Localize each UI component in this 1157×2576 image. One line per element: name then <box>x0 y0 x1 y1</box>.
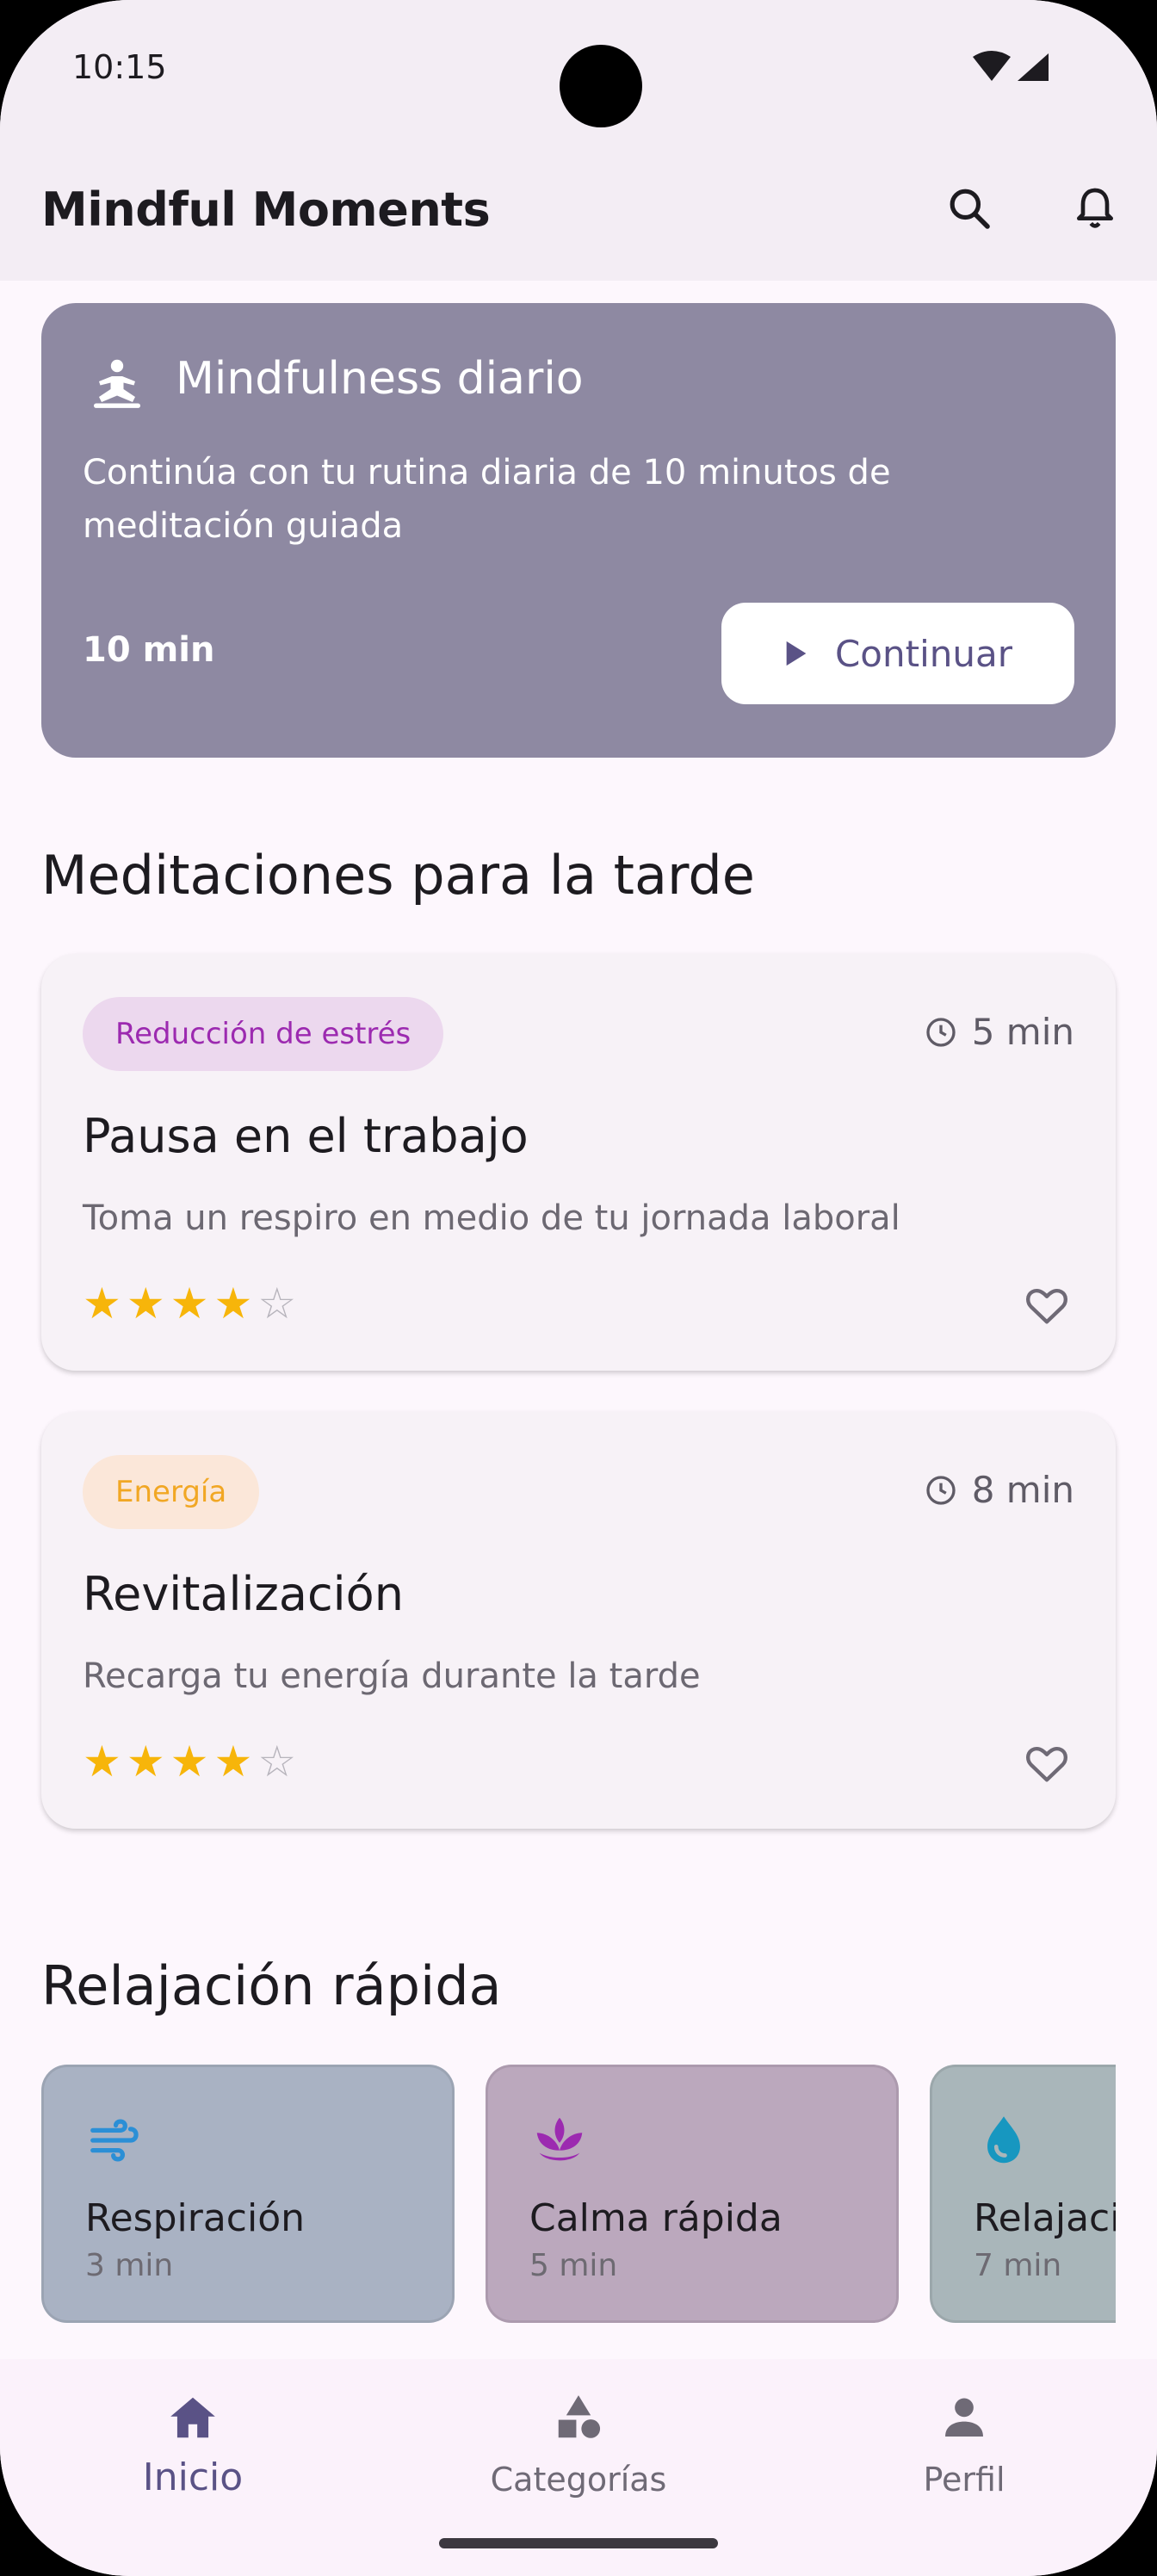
duration-text: 8 min <box>971 1469 1074 1511</box>
nav-item-home[interactable]: Inicio <box>81 2387 305 2516</box>
phone-screen: 10:15 Mindful Moments Mindfulness diario… <box>0 0 1157 2576</box>
meditation-title: Revitalización <box>83 1567 404 1621</box>
category-tag: Energía <box>83 1455 260 1529</box>
home-gesture-bar[interactable] <box>439 2538 718 2548</box>
search-icon <box>950 189 990 229</box>
quick-duration: 5 min <box>529 2248 618 2283</box>
star-empty-icon: ☆ <box>257 1737 297 1786</box>
hero-title: Mindfulness diario <box>176 353 584 405</box>
section-title-quick-relax: Relajación rápida <box>41 1954 502 2017</box>
meditation-description: Recarga tu energía durante la tarde <box>83 1656 701 1696</box>
home-icon <box>162 2387 224 2449</box>
duration-text: 5 min <box>971 1011 1074 1053</box>
favorite-button[interactable] <box>1016 1732 1078 1794</box>
top-app-bar: 10:15 Mindful Moments <box>0 0 1157 281</box>
category-tag: Reducción de estrés <box>83 997 444 1071</box>
play-icon <box>786 641 807 666</box>
star-filled-icon: ★ <box>213 1737 253 1786</box>
quick-title: Calma rápida <box>529 2196 783 2240</box>
nav-item-categories[interactable]: Categorías <box>467 2387 690 2516</box>
rating: ★ ★ ★ ★ ☆ <box>83 1279 296 1328</box>
meditation-title: Pausa en el trabajo <box>83 1109 529 1163</box>
meditation-icon <box>86 353 148 415</box>
search-button[interactable] <box>938 177 1000 239</box>
favorite-button[interactable] <box>1016 1274 1078 1336</box>
wind-icon <box>85 2110 145 2170</box>
water-drop-icon <box>974 2110 1034 2170</box>
quick-duration: 3 min <box>85 2248 174 2283</box>
notifications-button[interactable] <box>1064 177 1126 239</box>
hero-description: Continúa con tu rutina diaria de 10 minu… <box>83 453 891 546</box>
duration: 8 min <box>924 1469 1074 1511</box>
star-empty-icon: ☆ <box>257 1279 297 1328</box>
star-filled-icon: ★ <box>213 1279 253 1328</box>
categories-icon <box>548 2387 609 2449</box>
nav-item-profile[interactable]: Perfil <box>852 2387 1076 2516</box>
nav-label: Inicio <box>142 2455 244 2499</box>
heart-icon <box>1026 1289 1067 1324</box>
status-icons <box>969 50 1055 84</box>
meditation-card[interactable]: Reducción de estrés 5 min Pausa en el tr… <box>41 954 1116 1371</box>
lotus-icon <box>529 2110 590 2170</box>
continue-label: Continuar <box>834 632 1013 675</box>
meditation-card[interactable]: Energía 8 min Revitalización Recarga tu … <box>41 1412 1116 1829</box>
heart-icon <box>1026 1747 1067 1782</box>
wifi-signal-icon <box>973 51 1049 81</box>
star-filled-icon: ★ <box>170 1737 209 1786</box>
star-filled-icon: ★ <box>126 1279 165 1328</box>
star-filled-icon: ★ <box>83 1737 121 1786</box>
clock-icon <box>926 1475 956 1505</box>
bell-icon <box>1077 188 1113 228</box>
star-filled-icon: ★ <box>83 1279 121 1328</box>
quick-title: Relajación <box>974 2196 1116 2240</box>
rating: ★ ★ ★ ★ ☆ <box>83 1737 296 1786</box>
hero-duration: 10 min <box>83 630 215 670</box>
person-icon <box>933 2387 995 2449</box>
clock-icon <box>926 1017 956 1047</box>
nav-label: Categorías <box>490 2461 667 2499</box>
star-filled-icon: ★ <box>170 1279 209 1328</box>
meditation-description: Toma un respiro en medio de tu jornada l… <box>83 1198 900 1238</box>
continue-button[interactable]: Continuar <box>721 603 1074 704</box>
quick-title: Respiración <box>85 2196 306 2240</box>
daily-mindfulness-card[interactable]: Mindfulness diario Continúa con tu rutin… <box>41 303 1116 758</box>
app-title: Mindful Moments <box>41 183 491 237</box>
section-title-afternoon: Meditaciones para la tarde <box>41 844 755 907</box>
quick-card-0[interactable]: Respiración 3 min <box>41 2065 455 2323</box>
camera-cutout <box>537 45 665 127</box>
quick-card-2[interactable]: Relajación 7 min <box>930 2065 1116 2323</box>
quick-relax-carousel[interactable]: Respiración 3 min Calma rápida 5 min Rel… <box>41 2065 1116 2325</box>
nav-label: Perfil <box>923 2461 1005 2499</box>
star-filled-icon: ★ <box>126 1737 165 1786</box>
quick-duration: 7 min <box>974 2248 1062 2283</box>
quick-card-1[interactable]: Calma rápida 5 min <box>486 2065 899 2323</box>
duration: 5 min <box>924 1011 1074 1053</box>
status-time: 10:15 <box>72 48 167 86</box>
